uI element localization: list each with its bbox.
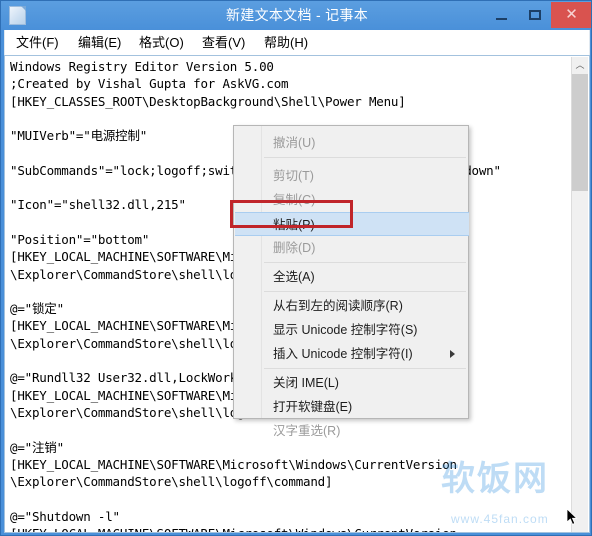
minimize-icon [496,18,507,20]
menubar-item-1[interactable]: 编辑(E) [75,33,124,52]
notepad-window: 新建文本文档 - 记事本 ✕ 文件(F) 编辑(E) 格式(O) 查看(V) 帮助(H)… [0,0,592,536]
close-icon: ✕ [565,6,578,23]
mouse-cursor [566,508,579,527]
context-menu-item-5[interactable]: 全选(A) [235,265,469,289]
context-menu-separator [264,291,466,292]
context-menu-item-7[interactable]: 显示 Unicode 控制字符(S) [235,318,469,342]
context-menu-item-label: 显示 Unicode 控制字符(S) [273,323,418,337]
maximize-button[interactable] [518,2,551,28]
context-menu-item-label: 删除(D) [273,241,316,255]
menu-bar: 文件(F) 编辑(E) 格式(O) 查看(V) 帮助(H) [4,30,590,55]
submenu-arrow-icon [450,350,455,358]
context-menu-item-8[interactable]: 插入 Unicode 控制字符(I) [235,342,469,366]
context-menu-item-label: 插入 Unicode 控制字符(I) [273,347,413,361]
menubar-item-3[interactable]: 查看(V) [199,33,248,52]
context-menu-item-4: 删除(D) [235,236,469,260]
context-menu-item-label: 全选(A) [273,270,315,284]
context-menu-item-0: 撤消(U) [235,131,469,155]
annotation-highlight-box [230,200,353,228]
title-bar[interactable]: 新建文本文档 - 记事本 ✕ [1,1,591,30]
context-menu-item-label: 关闭 IME(L) [273,376,339,390]
context-menu-item-10[interactable]: 打开软键盘(E) [235,395,469,419]
context-menu-separator [264,262,466,263]
context-menu-item-6[interactable]: 从右到左的阅读顺序(R) [235,294,469,318]
context-menu-item-11: 汉字重选(R) [235,419,469,443]
scroll-up-arrow-icon[interactable]: ︿ [572,57,588,74]
scrollbar-thumb[interactable] [572,74,588,191]
context-menu-separator [264,368,466,369]
context-menu-item-label: 撤消(U) [273,136,316,150]
vertical-scrollbar[interactable]: ︿ [571,57,588,532]
context-menu-separator [264,157,466,158]
context-menu-item-label: 从右到左的阅读顺序(R) [273,299,403,313]
context-menu-item-9[interactable]: 关闭 IME(L) [235,371,469,395]
context-menu-item-1: 剪切(T) [235,164,469,188]
menubar-item-4[interactable]: 帮助(H) [261,33,311,52]
context-menu-item-label: 汉字重选(R) [273,424,341,438]
context-menu-item-label: 剪切(T) [273,169,314,183]
context-menu-item-label: 打开软键盘(E) [273,400,353,414]
menubar-item-0[interactable]: 文件(F) [13,33,62,52]
minimize-button[interactable] [485,2,518,28]
close-button[interactable]: ✕ [551,2,591,28]
maximize-icon [529,10,541,20]
menubar-item-2[interactable]: 格式(O) [136,33,187,52]
context-menu[interactable]: 撤消(U) 剪切(T) 复制(C) 粘贴(P) 删除(D) 全选(A) 从右到左的阅读顺序(… [233,125,469,438]
